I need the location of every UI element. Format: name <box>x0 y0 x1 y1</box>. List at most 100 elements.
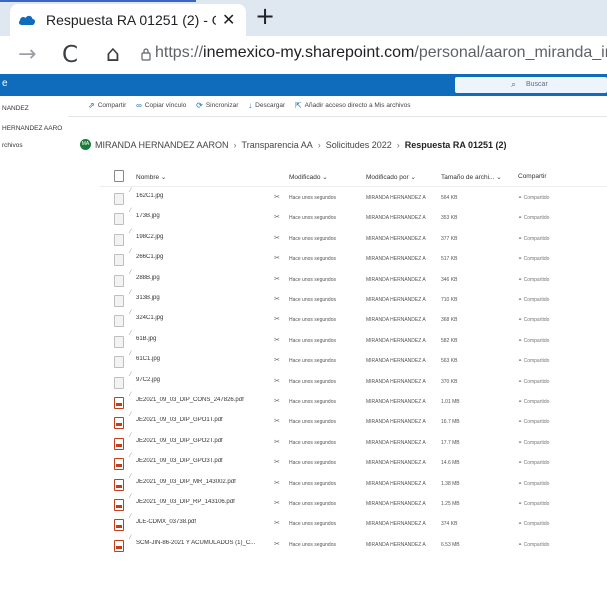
file-name[interactable]: 198C2.jpg <box>136 234 271 240</box>
share-row-icon[interactable]: ✂ <box>274 479 280 487</box>
file-name[interactable]: SCM-JIN-86-2021 Y ACUMULADOS (1)_C... <box>136 540 271 546</box>
nav-item-user[interactable]: NANDEZ <box>2 105 29 112</box>
share-row-icon[interactable]: ✂ <box>274 336 280 344</box>
file-row[interactable]: ⁄ 324C1.jpg ✂ Hace unos segundos MIRANDA HER… <box>0 310 607 330</box>
file-name[interactable]: 61C1.jpg <box>136 356 271 362</box>
file-sharing-label: Compartido <box>523 541 550 548</box>
share-row-icon[interactable]: ✂ <box>274 254 280 262</box>
file-name[interactable]: JE2021_09_03_DIP_MR_143002.pdf <box>136 479 271 485</box>
share-row-icon[interactable]: ✂ <box>274 519 280 527</box>
file-row[interactable]: ⁄ 97C2.jpg ✂ Hace unos segundos MIRANDA HERN… <box>0 372 607 392</box>
file-row[interactable]: ⁄ 313B.jpg ✂ Hace unos segundos MIRANDA HERN… <box>0 290 607 310</box>
file-row[interactable]: ⁄ 173B.jpg ✂ Hace unos segundos MIRANDA HERN… <box>0 208 607 228</box>
site-info-icon[interactable] <box>141 48 151 66</box>
file-row[interactable]: ⁄ 162C1.jpg ✂ Hace unos segundos MIRANDA HER… <box>0 188 607 208</box>
share-row-icon[interactable]: ✂ <box>274 213 280 221</box>
file-name[interactable]: 266C1.jpg <box>136 254 271 260</box>
file-modified: Hace unos segundos <box>289 215 336 222</box>
file-size: 563 KB <box>441 358 458 365</box>
new-tab-button[interactable]: + <box>255 2 275 30</box>
share-row-icon[interactable]: ✂ <box>274 315 280 323</box>
file-row[interactable]: ⁄ 61B.jpg ✂ Hace unos segundos MIRANDA HERNA… <box>0 330 607 351</box>
file-row[interactable]: ⁄ SCM-JIN-86-2021 Y ACUMULADOS (1)_C... ✂ H… <box>0 535 607 555</box>
file-name[interactable]: 324C1.jpg <box>136 315 271 321</box>
file-name[interactable]: JE2021_09_03_DIP_GPO2T.pdf <box>136 438 271 444</box>
column-header-modified-by[interactable]: Modificado por ⌄ <box>366 173 416 181</box>
reload-icon[interactable]: C <box>62 42 78 68</box>
tab-close-icon[interactable]: ✕ <box>222 10 235 30</box>
file-sharing-label: Compartido <box>523 195 550 201</box>
file-row[interactable]: ⁄ JE2021_09_03_DIP_GPO2T.pdf ✂ Hace unos se… <box>0 432 607 453</box>
file-row[interactable]: ⁄ 61C1.jpg ✂ Hace unos segundos MIRANDA HERN… <box>0 351 607 371</box>
share-row-icon[interactable]: ✂ <box>274 295 280 303</box>
share-row-icon[interactable]: ✂ <box>274 193 280 201</box>
file-row[interactable]: ⁄ JE2021_09_03_DIP_CONS_247826.pdf ✂ Hace u… <box>0 392 607 412</box>
nav-item-files[interactable]: rchivos <box>2 142 23 149</box>
file-row[interactable]: ⁄ 198C2.jpg ✂ Hace unos segundos MIRANDA HER… <box>0 229 607 249</box>
add-shortcut-command[interactable]: ⇱ Añadir acceso directo a Mis archivos <box>295 101 411 110</box>
file-row[interactable]: ⁄ JE2021_09_03_DIP_MR_143002.pdf ✂ Hace uno… <box>0 474 607 494</box>
command-bar-divider <box>68 116 607 117</box>
column-header-size[interactable]: Tamaño de archi... ⌄ <box>441 173 502 181</box>
column-header-name[interactable]: Nombre ⌄ <box>136 173 166 181</box>
share-command[interactable]: ⇗ Compartir <box>88 101 126 110</box>
file-sharing-status: ⚭ Compartido <box>518 501 549 507</box>
sync-status-icon: ⁄ <box>130 392 132 398</box>
top-link-underline <box>0 0 196 2</box>
file-row[interactable]: ⁄ JE2021_09_03_DIP_GPO3T.pdf ✂ Hace unos se… <box>0 453 607 473</box>
file-name[interactable]: JE2021_09_03_DIP_GPO1T.pdf <box>136 417 271 423</box>
file-name[interactable]: 313B.jpg <box>136 295 271 301</box>
download-command[interactable]: ↓ Descargar <box>248 101 285 110</box>
share-row-icon[interactable]: ✂ <box>274 458 280 466</box>
file-name[interactable]: 97C2.jpg <box>136 377 271 383</box>
search-box[interactable]: ⌕ Buscar <box>455 77 607 93</box>
file-modified-by: MIRANDA HERNANDEZ A <box>366 276 426 283</box>
sync-status-icon: ⁄ <box>130 269 132 276</box>
file-name[interactable]: 288B.jpg <box>136 275 271 281</box>
file-row[interactable]: ⁄ JE2021_09_03_DIP_GPO1T.pdf ✂ Hace unos se… <box>0 412 607 432</box>
column-header-modified[interactable]: Modificado ⌄ <box>289 173 328 181</box>
file-size: 374 KB <box>441 521 458 528</box>
file-name[interactable]: JE2021_09_03_DIP_GPO3T.pdf <box>136 458 271 464</box>
sync-command[interactable]: ⟳ Sincronizar <box>196 101 238 110</box>
file-name[interactable]: JLE-CDMX_03738.pdf <box>136 519 271 525</box>
home-icon[interactable]: ⌂ <box>106 42 120 67</box>
file-name[interactable]: JE2021_09_03_DIP_RP_143106.pdf <box>136 499 271 505</box>
file-name[interactable]: 61B.jpg <box>136 336 271 342</box>
file-row[interactable]: ⁄ JLE-CDMX_03738.pdf ✂ Hace unos segundos MI… <box>0 514 607 534</box>
file-type-header-icon[interactable] <box>114 170 124 182</box>
sync-status-icon: ⁄ <box>130 432 132 439</box>
copy-link-command[interactable]: ∞ Copiar vínculo <box>136 101 186 110</box>
share-label: Compartir <box>97 102 127 109</box>
file-size: 710 KB <box>441 297 458 303</box>
file-modified-by: MIRANDA HERNANDEZ A <box>366 419 426 426</box>
forward-arrow-icon[interactable]: → <box>18 42 36 67</box>
share-row-icon[interactable]: ✂ <box>274 397 280 405</box>
image-file-icon <box>114 233 124 246</box>
breadcrumb-item-owner[interactable]: MIRANDA HERNANDEZ AARON <box>95 140 229 150</box>
file-name[interactable]: 162C1.jpg <box>136 193 271 199</box>
nav-item-user-full[interactable]: HERNANDEZ AARO <box>2 125 62 132</box>
chevron-right-icon: › <box>317 139 321 150</box>
browser-tab[interactable]: Respuesta RA 01251 (2) - OneDri ✕ <box>10 4 246 36</box>
column-header-sharing[interactable]: Compartir <box>518 173 547 180</box>
file-row[interactable]: ⁄ JE2021_09_03_DIP_RP_143106.pdf ✂ Hace uno… <box>0 494 607 514</box>
share-row-icon[interactable]: ✂ <box>274 234 280 242</box>
file-row[interactable]: ⁄ 288B.jpg ✂ Hace unos segundos MIRANDA HERN… <box>0 269 607 290</box>
file-row[interactable]: ⁄ 266C1.jpg ✂ Hace unos segundos MIRANDA HER… <box>0 249 607 269</box>
sync-status-icon: ⁄ <box>130 330 132 337</box>
file-name[interactable]: 173B.jpg <box>136 213 271 219</box>
breadcrumb-item-transparencia[interactable]: Transparencia AA <box>242 140 313 150</box>
share-row-icon[interactable]: ✂ <box>274 438 280 446</box>
share-row-icon[interactable]: ✂ <box>274 499 280 507</box>
share-row-icon[interactable]: ✂ <box>274 377 280 385</box>
share-row-icon[interactable]: ✂ <box>274 540 280 548</box>
share-row-icon[interactable]: ✂ <box>274 275 280 283</box>
share-row-icon[interactable]: ✂ <box>274 417 280 425</box>
url-field[interactable]: https://inemexico-my.sharepoint.com/pers… <box>155 44 607 62</box>
file-modified: Hace unos segundos <box>289 399 336 405</box>
breadcrumb-item-solicitudes[interactable]: Solicitudes 2022 <box>326 140 392 150</box>
share-row-icon[interactable]: ✂ <box>274 356 280 364</box>
command-bar: ⇗ Compartir ∞ Copiar vínculo ⟳ Sincronizar … <box>88 101 419 110</box>
file-name[interactable]: JE2021_09_03_DIP_CONS_247826.pdf <box>136 397 271 403</box>
